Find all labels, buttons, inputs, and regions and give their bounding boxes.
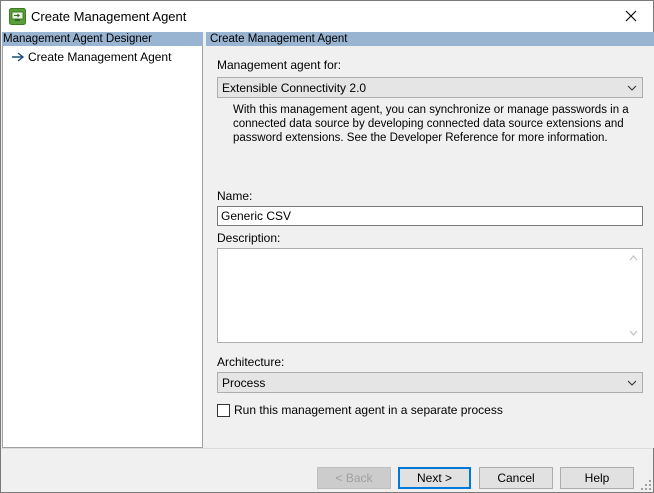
- name-field[interactable]: Generic CSV: [217, 206, 643, 226]
- resize-grip-icon[interactable]: [640, 479, 651, 490]
- content-pane: Management agent for: Extensible Connect…: [206, 46, 654, 448]
- description-label: Description:: [217, 231, 281, 245]
- nav-item-create-management-agent[interactable]: Create Management Agent: [11, 50, 171, 64]
- ma-description-text: With this management agent, you can sync…: [233, 104, 629, 144]
- description-scrollbar[interactable]: [625, 249, 642, 342]
- button-bar: < Back Next > Cancel Help: [1, 448, 653, 492]
- dialog-window: Create Management Agent Management Agent…: [0, 0, 654, 493]
- ma-type-value: Extensible Connectivity 2.0: [222, 80, 367, 95]
- title-bar: Create Management Agent: [1, 1, 653, 32]
- separate-process-option[interactable]: Run this management agent in a separate …: [217, 403, 503, 417]
- chevron-down-icon: [622, 373, 642, 392]
- separate-process-checkbox[interactable]: [217, 403, 230, 417]
- window-title: Create Management Agent: [31, 9, 187, 24]
- help-button[interactable]: Help: [560, 467, 634, 489]
- chevron-down-icon: [622, 78, 642, 97]
- scroll-down-icon[interactable]: [629, 330, 638, 336]
- ma-type-dropdown[interactable]: Extensible Connectivity 2.0: [217, 77, 643, 98]
- architecture-value: Process: [222, 375, 266, 390]
- architecture-dropdown[interactable]: Process: [217, 372, 643, 393]
- arrow-right-icon: [12, 52, 25, 62]
- architecture-label: Architecture:: [217, 355, 285, 369]
- close-button[interactable]: [608, 1, 653, 31]
- management-agent-icon: [9, 8, 26, 25]
- nav-item-label: Create Management Agent: [28, 50, 172, 64]
- ma-for-label: Management agent for:: [217, 58, 342, 72]
- close-icon: [625, 10, 636, 22]
- name-label: Name:: [217, 189, 253, 203]
- designer-header: Management Agent Designer: [2, 32, 203, 46]
- back-button[interactable]: < Back: [317, 467, 391, 489]
- description-field[interactable]: [217, 248, 643, 343]
- designer-pane: Create Management Agent: [2, 46, 203, 448]
- page-header: Create Management Agent: [206, 32, 654, 46]
- next-button[interactable]: Next >: [398, 467, 471, 489]
- separate-process-label: Run this management agent in a separate …: [234, 403, 503, 417]
- scroll-up-icon[interactable]: [629, 255, 638, 261]
- cancel-button[interactable]: Cancel: [479, 467, 553, 489]
